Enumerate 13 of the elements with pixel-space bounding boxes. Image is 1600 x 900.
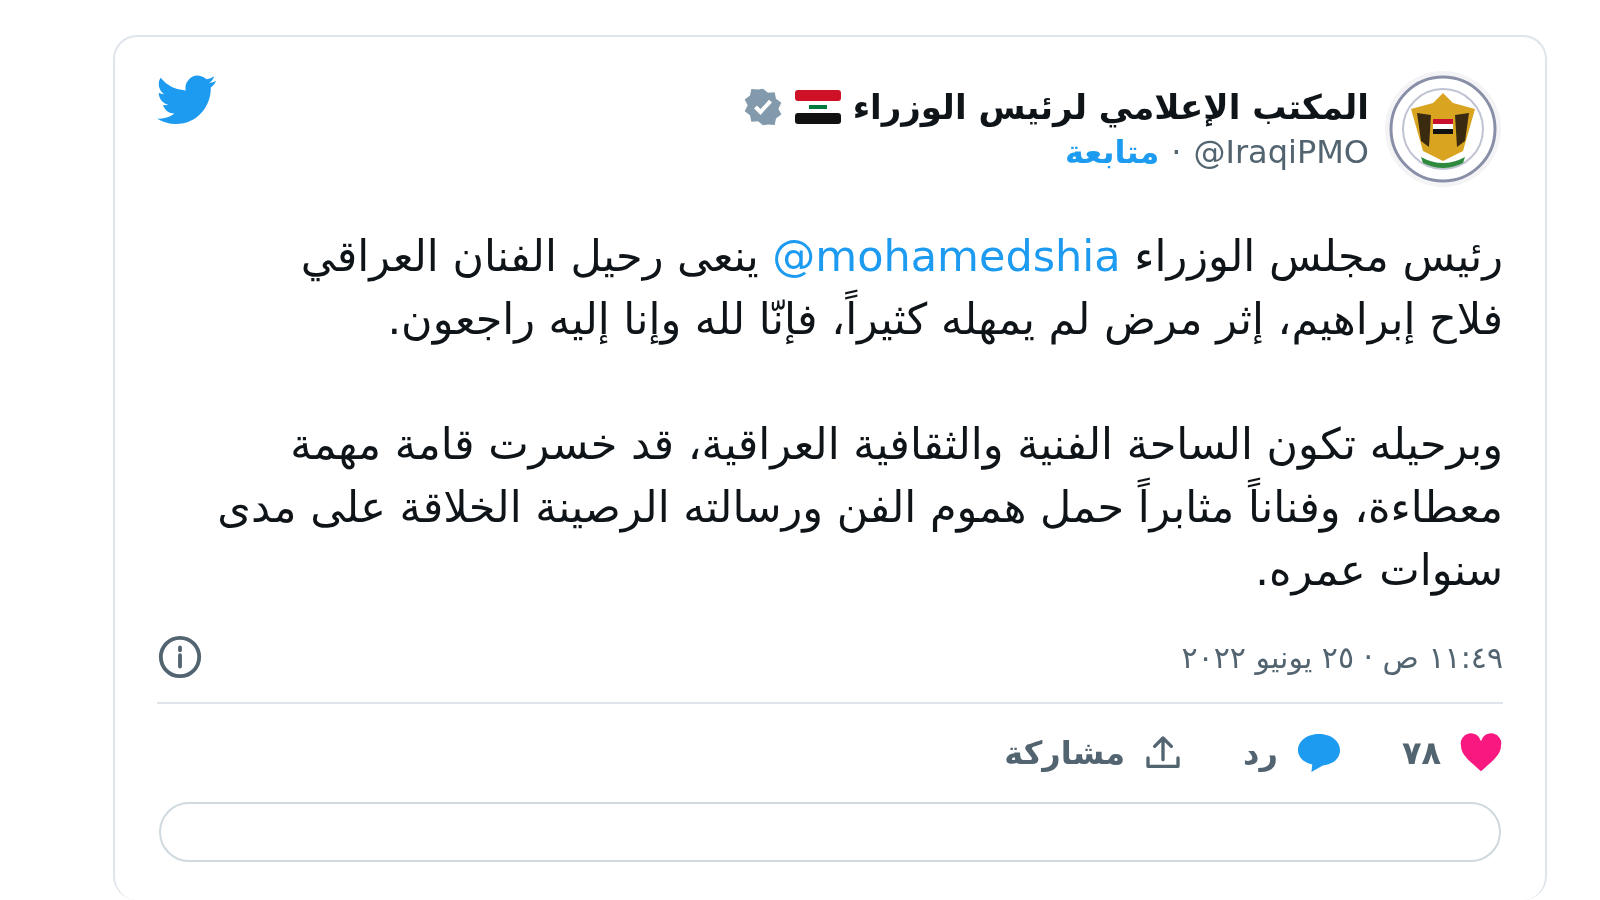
speech-bubble-icon: [1295, 732, 1342, 774]
tweet-text: وبرحيله تكون الساحة الفنية والثقافية العراقية، قد خسرت قامة مهمة معطاءة، وفناناً مثابراً حمل هموم الفن ورسالته الرصينة الخلاقة على مدى سنوات عمره.: [217, 418, 1503, 598]
account-handle: @IraqiPMO: [1193, 133, 1369, 171]
account-name: المكتب الإعلامي لرئيس الوزراء: [852, 87, 1369, 127]
flag-icon: [794, 90, 841, 124]
like-button[interactable]: ٧٨: [1401, 733, 1503, 773]
reply-button[interactable]: رد: [1243, 732, 1342, 774]
heart-icon: [1459, 733, 1503, 773]
bird-logo-icon[interactable]: [157, 75, 217, 125]
share-button[interactable]: مشاركة: [1004, 733, 1184, 773]
info-icon[interactable]: [157, 634, 203, 680]
separator-dot: ·: [1171, 133, 1182, 171]
timestamp[interactable]: ١١:٤٩ ص · ٢٥ يونيو ٢٠٢٢: [1181, 639, 1503, 675]
